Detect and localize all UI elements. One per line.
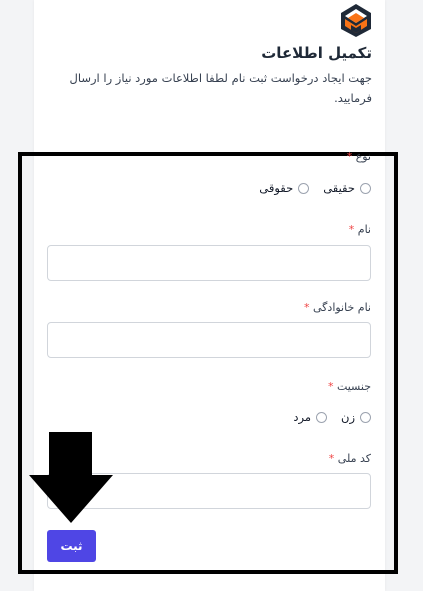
page-title: تکمیل اطلاعات [261, 44, 372, 62]
gender-option-male-label: مرد [293, 410, 311, 424]
type-label: نوع * [347, 150, 371, 163]
gender-option-female-label: زن [341, 410, 355, 424]
type-option-real[interactable]: حقیقی [323, 181, 371, 195]
gender-option-female[interactable]: زن [341, 410, 371, 424]
type-radio-group: حقیقی حقوقی [259, 181, 371, 195]
gender-option-male[interactable]: مرد [293, 410, 327, 424]
gender-label-text: جنسیت [336, 380, 371, 393]
required-mark: * [346, 150, 353, 163]
gender-radio-group: زن مرد [293, 410, 371, 424]
national-code-label-text: کد ملی [337, 452, 371, 465]
logo-icon [341, 4, 371, 37]
first-name-label: نام * [349, 223, 371, 236]
page-subtitle: جهت ایجاد درخواست ثبت نام لطفا اطلاعات م… [69, 71, 373, 105]
type-option-real-label: حقیقی [323, 181, 355, 195]
required-mark: * [348, 223, 355, 236]
submit-button[interactable]: ثبت [47, 530, 96, 562]
required-mark: * [328, 452, 335, 465]
national-code-label: کد ملی * [329, 452, 371, 465]
last-name-label-text: نام خانوادگی [313, 301, 371, 314]
last-name-input[interactable] [47, 322, 371, 358]
first-name-input[interactable] [47, 245, 371, 281]
required-mark: * [304, 301, 310, 314]
radio-circle-icon[interactable] [316, 411, 327, 423]
arrow-down-icon [29, 432, 113, 523]
required-mark: * [327, 380, 334, 393]
first-name-label-text: نام [357, 223, 371, 236]
type-option-legal-label: حقوقی [259, 181, 294, 195]
type-label-text: نوع [355, 150, 371, 163]
type-option-legal[interactable]: حقوقی [259, 181, 310, 195]
radio-circle-icon[interactable] [360, 182, 371, 194]
radio-circle-icon[interactable] [360, 411, 371, 423]
last-name-label: نام خانوادگی * [304, 301, 371, 314]
gender-label: جنسیت * [328, 380, 371, 393]
radio-circle-icon[interactable] [298, 182, 310, 194]
